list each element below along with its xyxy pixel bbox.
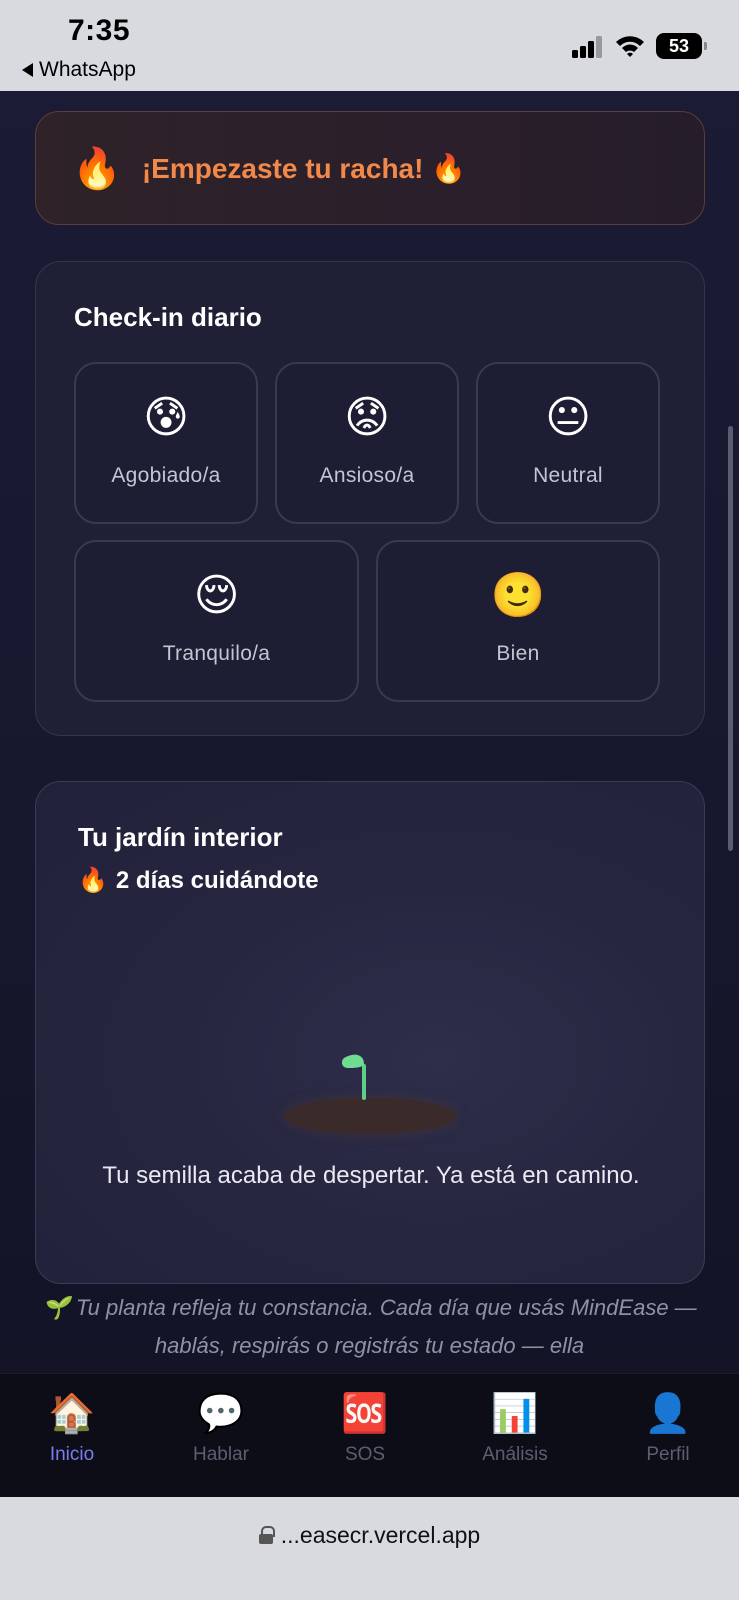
mood-label: Tranquilo/a [162, 642, 271, 665]
url-display[interactable]: ...easecr.vercel.app [258, 1519, 481, 1551]
daily-checkin-card: Check-in diario 😰 Agobiado/a 😟 Ansioso/a… [35, 261, 705, 736]
main-content[interactable]: 🔥 ¡Empezaste tu racha! 🔥 Check-in diario… [0, 91, 739, 1373]
mood-label: Agobiado/a [111, 464, 221, 487]
tab-hablar[interactable]: 💬 Hablar [166, 1392, 276, 1466]
tab-label: Perfil [646, 1444, 690, 1465]
tab-sos[interactable]: 🆘 SOS [310, 1392, 420, 1466]
lock-icon [258, 1526, 275, 1544]
back-app-label: WhatsApp [39, 58, 136, 81]
streak-banner: 🔥 ¡Empezaste tu racha! 🔥 [35, 111, 705, 225]
user-silhouette-icon: 👤 [644, 1393, 692, 1435]
mood-button-neutral[interactable]: 😐 Neutral [476, 362, 660, 524]
garden-message: Tu semilla acaba de despertar. Ya está e… [102, 1162, 640, 1189]
mood-button-anxious[interactable]: 😟 Ansioso/a [275, 362, 459, 524]
scrollbar[interactable] [728, 426, 733, 851]
wifi-icon [616, 36, 644, 57]
mood-label: Ansioso/a [319, 464, 415, 487]
back-to-app-link[interactable]: WhatsApp [22, 58, 136, 82]
url-text: ...easecr.vercel.app [280, 1521, 481, 1548]
tab-perfil[interactable]: 👤 Perfil [613, 1392, 723, 1466]
neutral-face-icon: 😐 [545, 393, 591, 442]
fire-icon: 🔥 [78, 867, 108, 894]
checkin-title: Check-in diario [74, 302, 262, 332]
tab-analisis[interactable]: 📊 Análisis [460, 1392, 570, 1466]
relieved-face-icon: 😌 [193, 571, 240, 620]
fire-icon: 🔥 [72, 146, 122, 191]
sprout-icon [341, 1054, 366, 1100]
house-icon: 🏠 [48, 1393, 96, 1435]
tab-inicio[interactable]: 🏠 Inicio [17, 1392, 127, 1466]
bottom-tab-bar: 🏠 Inicio 💬 Hablar 🆘 SOS 📊 Análisis 👤 Per… [0, 1373, 739, 1497]
soil-mound [284, 1098, 456, 1134]
tab-label: Inicio [49, 1444, 95, 1465]
tab-label: Análisis [482, 1444, 548, 1465]
battery-level: 53 [668, 35, 690, 56]
streak-text: ¡Empezaste tu racha! 🔥 [141, 152, 467, 184]
browser-url-bar[interactable]: ...easecr.vercel.app [0, 1497, 739, 1600]
battery-icon: 53 [656, 33, 707, 59]
inner-garden-card: Tu jardín interior 🔥 2 días cuidándote T… [35, 781, 705, 1284]
speech-bubble-icon: 💬 [197, 1393, 245, 1435]
worried-face-icon: 😟 [344, 393, 390, 442]
mood-label: Neutral [533, 464, 603, 487]
garden-title: Tu jardín interior [78, 822, 283, 852]
tab-label: Hablar [193, 1444, 249, 1465]
garden-note: 🌱 Tu planta refleja tu constancia. Cada … [42, 1295, 697, 1358]
tab-label: SOS [344, 1444, 386, 1465]
mood-button-good[interactable]: 🙂 Bien [376, 540, 660, 702]
back-arrow-icon [22, 63, 33, 77]
mood-label: Bien [496, 642, 540, 665]
mood-button-calm[interactable]: 😌 Tranquilo/a [74, 540, 359, 702]
anxious-sweat-face-icon: 😰 [143, 393, 189, 442]
garden-streak-text: 2 días cuidándote [115, 866, 319, 894]
status-time: 7:35 [68, 14, 131, 47]
mood-button-overwhelmed[interactable]: 😰 Agobiado/a [74, 362, 258, 524]
sos-icon: 🆘 [341, 1393, 389, 1435]
status-bar: 7:35 WhatsApp 53 [0, 0, 739, 91]
slightly-smiling-face-icon: 🙂 [490, 571, 546, 620]
cellular-signal-icon [572, 36, 604, 58]
garden-streak: 🔥 2 días cuidándote [78, 866, 319, 895]
bar-chart-icon: 📊 [491, 1393, 539, 1435]
